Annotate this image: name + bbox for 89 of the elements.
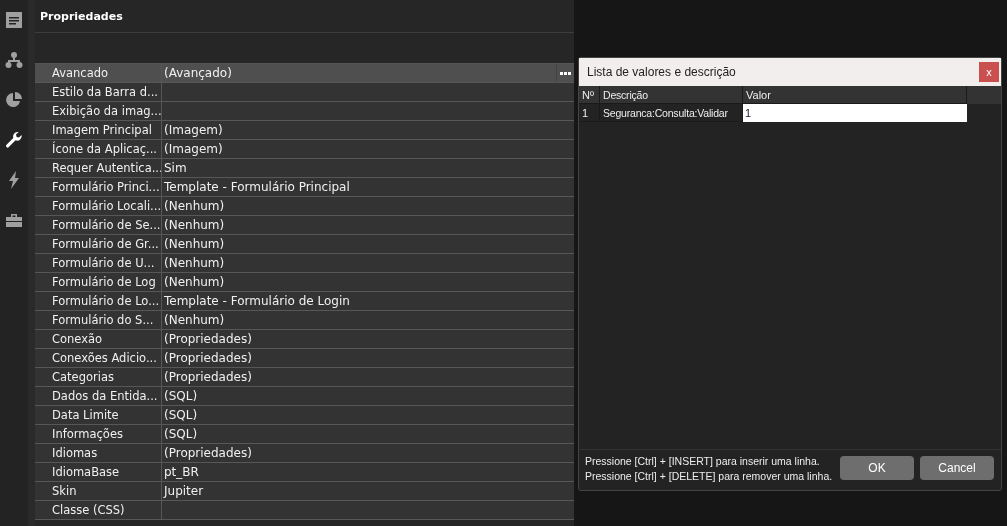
property-row[interactable]: Exibição da imag... [35,102,574,121]
property-name: Conexões Adicio... [35,349,162,367]
property-name: Data Limite [35,406,162,424]
property-name: Classe (CSS) [35,501,162,519]
lightning-icon[interactable] [8,171,20,189]
property-row[interactable]: Requer Autentica...Sim [35,159,574,178]
close-button[interactable]: x [979,62,999,82]
property-value: Template - Formulário Principal [163,179,351,196]
table-cell: Seguranca:Consulta:Validar [600,104,743,122]
property-value: (Avançado) [163,65,233,82]
property-name: Formulário de Se... [35,216,162,234]
form-icon[interactable] [5,11,23,29]
property-name: Imagem Principal [35,121,162,139]
property-name: Categorias [35,368,162,386]
property-row[interactable]: Data Limite (SQL) [35,406,574,425]
property-name: Formulário Princi... [35,178,162,196]
property-value: (SQL) [163,388,199,405]
property-row[interactable]: Conexões Adicio... (Propriedades) [35,349,574,368]
property-value: (Nenhum) [163,274,226,291]
cancel-button[interactable]: Cancel [920,456,994,480]
property-name: Dados da Entida... [35,387,162,405]
wrench-icon[interactable] [5,131,23,149]
property-name: Formulário do S... [35,311,162,329]
property-value: (Imagem) [163,141,224,158]
property-value: (Propriedades) [163,369,253,386]
column-header[interactable]: Descrição [600,86,743,104]
property-row[interactable]: Formulário do S... (Nenhum) [35,311,574,330]
property-value: Sim [163,160,188,177]
property-name: Exibição da imag... [35,102,162,120]
property-value: (Propriedades) [163,331,253,348]
hierarchy-icon[interactable] [5,51,23,69]
property-value: (Propriedades) [163,445,253,462]
ok-button[interactable]: OK [840,456,914,480]
property-name: Formulário de U... [35,254,162,272]
property-row[interactable]: Formulário de Log (Nenhum) [35,273,574,292]
property-name: Informações [35,425,162,443]
property-value: (Nenhum) [163,236,226,253]
property-name: Ícone da Aplicaç... [35,140,162,158]
hint-text: Pressione [Ctrl] + [DELETE] para remover uma linha. [585,469,834,482]
value-input[interactable]: 1 [743,104,967,122]
property-row[interactable]: Imagem Principal (Imagem) [35,121,574,140]
property-name: Conexão [35,330,162,348]
ellipsis-icon [560,71,571,75]
property-row[interactable]: Categorias (Propriedades) [35,368,574,387]
property-row[interactable]: Skin Jupiter [35,482,574,501]
ellipsis-button[interactable] [556,64,574,82]
property-value: (Nenhum) [163,198,226,215]
property-row[interactable]: Dados da Entida... (SQL) [35,387,574,406]
property-row[interactable]: Formulário de Gr... (Nenhum) [35,235,574,254]
property-name: Avancado [35,64,162,82]
property-row[interactable]: Formulário Princi... Template - Formulário Principal [35,178,574,197]
property-name: Requer Autentica... [35,159,162,177]
property-row[interactable]: Formulário de U... (Nenhum) [35,254,574,273]
property-name: Formulário de Log [35,273,162,291]
property-value: (Imagem) [163,122,224,139]
property-row[interactable]: Informações (SQL) [35,425,574,444]
property-row[interactable]: Formulário de Se... (Nenhum) [35,216,574,235]
panel-title: Propriedades [40,9,123,23]
property-row[interactable]: Formulário de Lo... Template - Formulário de Login [35,292,574,311]
row-number: 1 [579,104,600,122]
property-value: (SQL) [163,407,199,424]
property-name: Formulário de Gr... [35,235,162,253]
property-value: (SQL) [163,426,199,443]
property-value: (Propriedades) [163,350,253,367]
property-value: (Nenhum) [163,312,226,329]
dialog-title: Lista de valores e descrição [587,65,736,79]
property-name: Estilo da Barra d... [35,83,162,101]
property-row[interactable]: Estilo da Barra d... [35,83,574,102]
property-value: (Nenhum) [163,217,226,234]
property-value: Template - Formulário de Login [163,293,351,310]
property-row[interactable]: Classe (CSS) [35,501,574,520]
property-value: (Nenhum) [163,255,226,272]
property-name: Skin [35,482,162,500]
property-value: pt_BR [163,464,200,481]
pie-chart-icon[interactable] [5,91,23,109]
column-header[interactable]: Nº [579,86,600,104]
property-row[interactable]: Ícone da Aplicaç... (Imagem) [35,140,574,159]
property-name: Idiomas [35,444,162,462]
hint-text: Pressione [Ctrl] + [INSERT] para inserir uma linha. [585,454,821,467]
toolbox-icon[interactable] [5,212,23,228]
property-row[interactable]: Formulário Locali... (Nenhum) [35,197,574,216]
property-name: Formulário de Lo... [35,292,162,310]
property-value: Jupiter [162,483,205,500]
property-name: IdiomaBase [35,463,162,481]
property-row[interactable]: Avancado (Avançado) [35,64,574,83]
property-row[interactable]: Idiomas (Propriedades) [35,444,574,463]
property-row[interactable]: IdiomaBase pt_BR [35,463,574,482]
property-name: Formulário Locali... [35,197,162,215]
property-row[interactable]: Conexão (Propriedades) [35,330,574,349]
